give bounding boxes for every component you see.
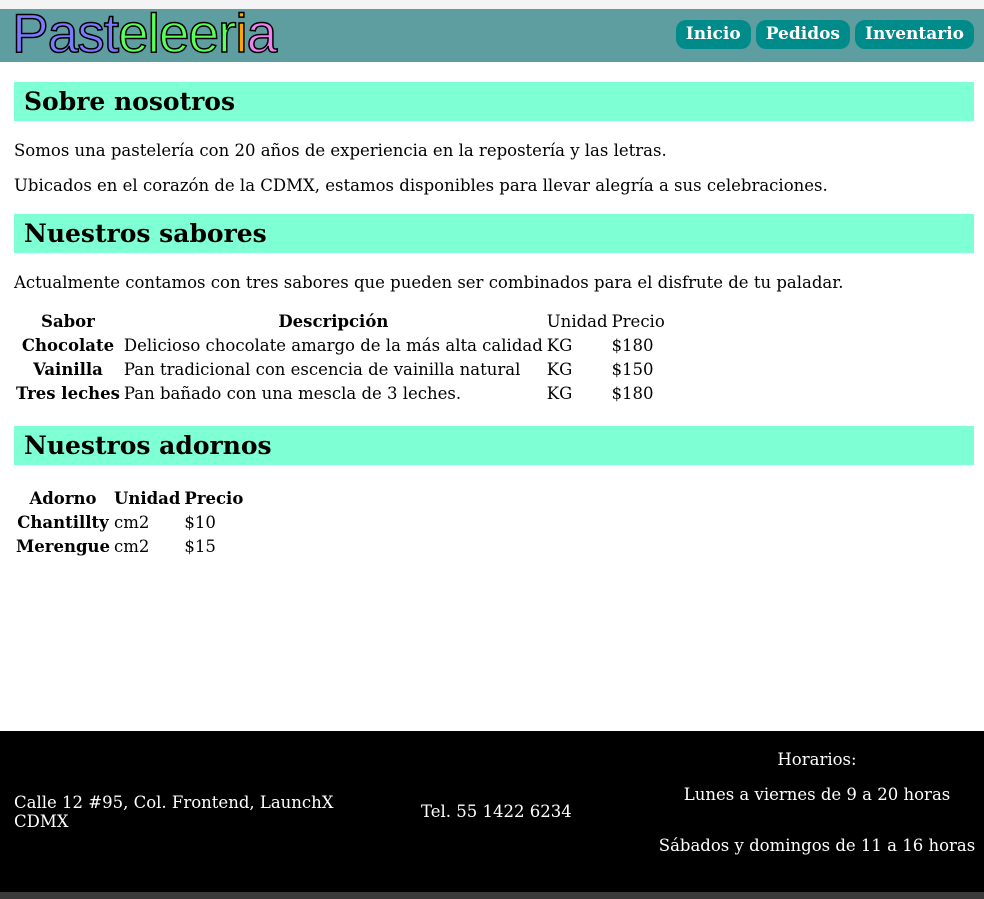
flavor-unit: KG [546, 335, 573, 355]
flavors-title: Nuestros sabores [14, 214, 974, 253]
nav-pedidos-button[interactable]: Pedidos [755, 20, 850, 49]
flavor-description: Pan tradicional con escencia de vainilla… [123, 359, 521, 379]
logo-letter: l [147, 2, 161, 64]
site-logo[interactable]: Pasteleeria [11, 2, 278, 64]
table-row: Vainilla Pan tradicional con escencia de… [14, 357, 667, 381]
flavors-header-precio: Precio [611, 311, 665, 331]
topping-price: $10 [184, 512, 216, 532]
flavors-header-sabor: Sabor [41, 311, 95, 331]
site-footer: Calle 12 #95, Col. Frontend, LaunchX CDM… [0, 731, 984, 892]
flavor-description: Delicioso chocolate amargo de la más alt… [123, 335, 543, 355]
topping-price: $15 [184, 536, 216, 556]
topping-name: Merengue [16, 536, 110, 556]
logo-letter: e [188, 2, 220, 64]
footer-hours-weekdays: Lunes a viernes de 9 a 20 horas [683, 785, 951, 804]
flavor-price: $150 [611, 359, 654, 379]
flavors-table: Sabor Descripción Unidad Precio Chocolat… [14, 309, 667, 405]
footer-hours-title: Horarios: [777, 750, 857, 769]
flavors-header-descripcion: Descripción [278, 311, 389, 331]
logo-letter: s [77, 2, 106, 64]
toppings-table: Adorno Unidad Precio Chantillty cm2 $10 … [14, 486, 245, 558]
toppings-header-adorno: Adorno [29, 488, 97, 508]
toppings-header-row: Adorno Unidad Precio [14, 486, 245, 510]
footer-phone: Tel. 55 1422 6234 [421, 802, 572, 821]
toppings-title: Nuestros adornos [14, 426, 974, 465]
flavors-header-row: Sabor Descripción Unidad Precio [14, 309, 667, 333]
flavor-unit: KG [546, 383, 573, 403]
logo-letter: P [11, 2, 49, 64]
logo-letter: a [47, 2, 79, 64]
main-nav: Inicio Pedidos Inventario [675, 20, 974, 49]
bottom-bar [0, 892, 984, 899]
footer-address: Calle 12 #95, Col. Frontend, LaunchX CDM… [14, 793, 334, 831]
table-row: Chocolate Delicioso chocolate amargo de … [14, 333, 667, 357]
logo-letter: i [235, 2, 249, 64]
logo-letter: r [217, 2, 237, 64]
topping-unit: cm2 [113, 512, 150, 532]
nav-inicio-button[interactable]: Inicio [675, 20, 751, 49]
flavor-unit: KG [546, 359, 573, 379]
logo-letter: e [117, 2, 149, 64]
flavor-description: Pan bañado con una mescla de 3 leches. [123, 383, 462, 403]
flavor-price: $180 [611, 383, 654, 403]
flavor-name: Tres leches [16, 383, 120, 403]
toppings-header-precio: Precio [184, 488, 244, 508]
table-row: Tres leches Pan bañado con una mescla de… [14, 381, 667, 405]
flavor-name: Chocolate [21, 335, 115, 355]
site-header: Pasteleeria Inicio Pedidos Inventario [0, 2, 984, 64]
about-title: Sobre nosotros [14, 82, 974, 121]
flavors-header-unidad: Unidad [546, 311, 608, 331]
flavor-price: $180 [611, 335, 654, 355]
about-paragraph-1: Somos una pastelería con 20 años de expe… [14, 141, 667, 160]
flavor-name: Vainilla [33, 359, 103, 379]
table-row: Merengue cm2 $15 [14, 534, 245, 558]
footer-hours-weekend: Sábados y domingos de 11 a 16 horas [658, 836, 976, 855]
logo-letter: e [158, 2, 190, 64]
table-row: Chantillty cm2 $10 [14, 510, 245, 534]
toppings-header-unidad: Unidad [113, 488, 181, 508]
about-paragraph-2: Ubicados en el corazón de la CDMX, estam… [14, 176, 828, 195]
topping-unit: cm2 [113, 536, 150, 556]
flavors-intro: Actualmente contamos con tres sabores qu… [14, 273, 844, 292]
nav-inventario-button[interactable]: Inventario [855, 20, 974, 49]
logo-letter: t [103, 2, 120, 64]
logo-letter: a [246, 2, 278, 64]
topping-name: Chantillty [17, 512, 109, 532]
